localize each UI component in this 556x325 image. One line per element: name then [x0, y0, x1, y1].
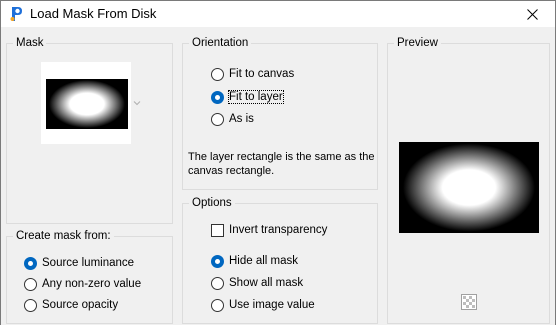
- radio-button[interactable]: [211, 276, 224, 290]
- radio-fit-to-canvas[interactable]: Fit to canvas: [211, 66, 294, 82]
- options-legend: Options: [189, 196, 235, 210]
- radio-label: Source opacity: [42, 299, 119, 311]
- checkbox-label: Invert transparency: [229, 224, 328, 236]
- orientation-info-text: The layer rectangle is the same as the c…: [188, 151, 375, 177]
- radio-label: Hide all mask: [229, 255, 299, 267]
- radio-show-all-mask[interactable]: Show all mask: [211, 275, 303, 291]
- orientation-group: Orientation Fit to canvas Fit to layer A…: [182, 36, 378, 190]
- radio-label: Show all mask: [229, 277, 304, 289]
- radio-label: Any non-zero value: [42, 278, 142, 290]
- preview-group: Preview: [387, 36, 550, 324]
- dialog-body: Mask Create mask from: Source luminance …: [1, 27, 555, 325]
- transparency-checker-icon[interactable]: [461, 294, 477, 310]
- radio-button[interactable]: [211, 67, 224, 81]
- preview-image-graphic: [399, 142, 539, 233]
- radio-button[interactable]: [211, 298, 224, 312]
- dialog-window: Load Mask From Disk Mask Create mask fro…: [0, 0, 556, 325]
- checkbox[interactable]: [211, 223, 224, 237]
- radio-label: Fit to canvas: [229, 68, 295, 80]
- radio-button[interactable]: [211, 112, 224, 126]
- create-mask-from-legend: Create mask from:: [13, 229, 114, 243]
- radio-label: Use image value: [229, 299, 315, 311]
- checkbox-invert-transparency[interactable]: Invert transparency: [211, 222, 327, 238]
- radio-fit-to-layer[interactable]: Fit to layer: [211, 89, 284, 105]
- create-mask-from-group: Create mask from: Source luminance Any n…: [6, 229, 173, 324]
- radio-button[interactable]: [211, 90, 224, 104]
- paint-shop-icon: [10, 7, 22, 21]
- window-title: Load Mask From Disk: [30, 6, 157, 21]
- close-button[interactable]: [509, 1, 555, 27]
- radio-button[interactable]: [24, 277, 37, 291]
- radio-label: Source luminance: [42, 257, 135, 269]
- radio-label: Fit to layer: [228, 90, 284, 104]
- radio-button[interactable]: [24, 256, 37, 270]
- mask-legend: Mask: [13, 36, 47, 50]
- orientation-legend: Orientation: [189, 36, 252, 50]
- radio-as-is[interactable]: As is: [211, 111, 254, 127]
- close-icon: [526, 8, 538, 20]
- mask-group: Mask: [6, 36, 173, 224]
- preview-image: [399, 142, 539, 233]
- radio-hide-all-mask[interactable]: Hide all mask: [211, 253, 298, 269]
- preview-legend: Preview: [394, 36, 441, 50]
- radio-any-non-zero-value[interactable]: Any non-zero value: [24, 276, 141, 292]
- options-group: Options Invert transparency Hide all mas…: [182, 196, 378, 324]
- radio-source-luminance[interactable]: Source luminance: [24, 255, 134, 271]
- mask-thumbnail-image: [46, 79, 128, 129]
- chevron-down-icon[interactable]: [133, 100, 141, 106]
- radio-source-opacity[interactable]: Source opacity: [24, 297, 118, 313]
- radio-button[interactable]: [24, 298, 37, 312]
- mask-thumbnail-frame[interactable]: [41, 62, 131, 144]
- title-bar: Load Mask From Disk: [1, 1, 555, 27]
- radio-button[interactable]: [211, 254, 224, 268]
- radio-use-image-value[interactable]: Use image value: [211, 297, 315, 313]
- radio-label: As is: [229, 113, 254, 125]
- mask-thumbnail: [46, 79, 128, 129]
